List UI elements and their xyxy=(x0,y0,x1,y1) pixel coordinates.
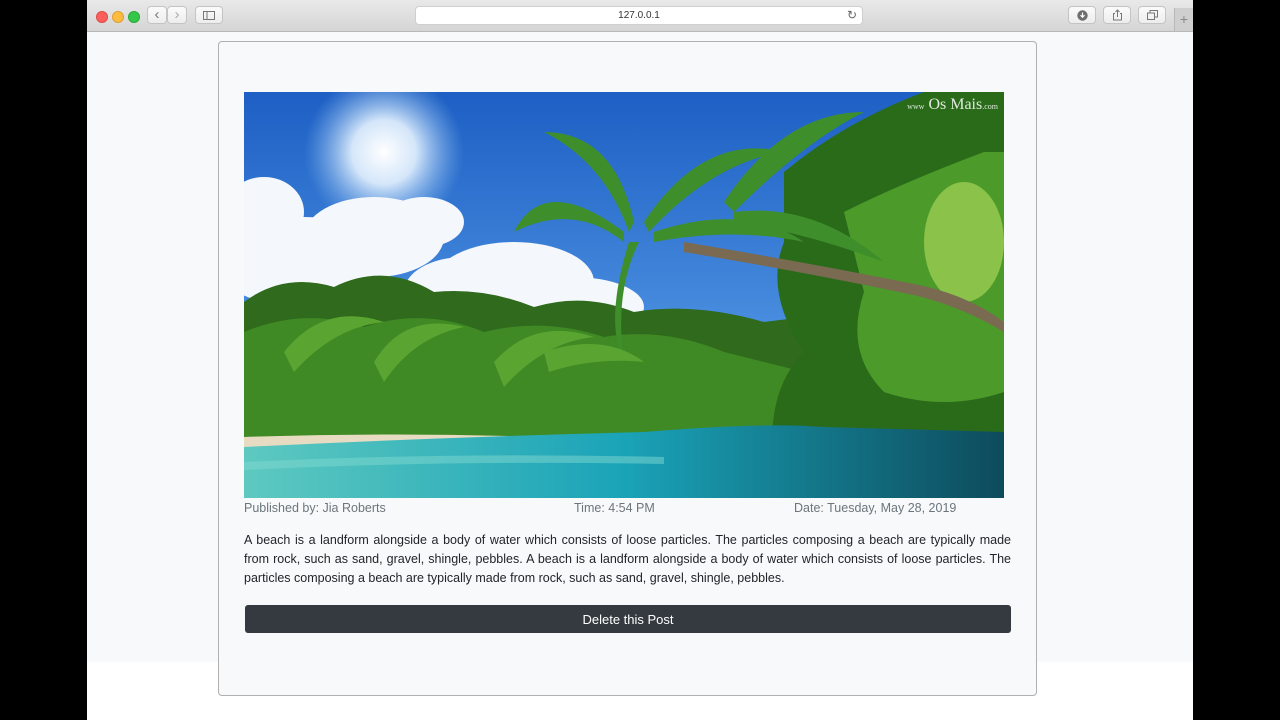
tabs-icon xyxy=(1146,10,1158,20)
published-by: Published by: Jia Roberts xyxy=(244,501,386,515)
tropical-beach-image xyxy=(244,92,1004,498)
forward-button[interactable]: › xyxy=(167,6,187,24)
browser-window: ‹ › 127.0.0.1 ↻ + www Os Mais.com Publis… xyxy=(87,0,1193,720)
page-content: www Os Mais.com Published by: Jia Robert… xyxy=(87,32,1193,720)
url-text: 127.0.0.1 xyxy=(618,10,660,21)
post-card: www Os Mais.com Published by: Jia Robert… xyxy=(218,41,1037,696)
zoom-light-icon[interactable] xyxy=(128,11,140,23)
chevron-left-icon: ‹ xyxy=(154,6,160,23)
delete-post-button[interactable]: Delete this Post xyxy=(245,605,1011,633)
post-date: Date: Tuesday, May 28, 2019 xyxy=(794,501,957,515)
new-tab-button[interactable]: + xyxy=(1174,8,1193,31)
download-button[interactable] xyxy=(1068,6,1096,24)
minimize-light-icon[interactable] xyxy=(112,11,124,23)
share-button[interactable] xyxy=(1103,6,1131,24)
address-bar[interactable]: 127.0.0.1 ↻ xyxy=(415,6,863,25)
post-image: www Os Mais.com xyxy=(244,92,1004,498)
close-light-icon[interactable] xyxy=(96,11,108,23)
download-icon xyxy=(1076,9,1088,21)
watermark-prefix: www xyxy=(907,102,925,111)
sidebar-button[interactable] xyxy=(195,6,223,24)
chevron-right-icon: › xyxy=(174,6,180,23)
image-watermark: www Os Mais.com xyxy=(907,96,998,114)
watermark-text: Os Mais xyxy=(928,96,983,113)
share-icon xyxy=(1112,9,1122,21)
back-button[interactable]: ‹ xyxy=(147,6,167,24)
sidebar-icon xyxy=(203,10,215,20)
tabs-button[interactable] xyxy=(1138,6,1166,24)
browser-toolbar: ‹ › 127.0.0.1 ↻ + xyxy=(87,0,1193,32)
post-body: A beach is a landform alongside a body o… xyxy=(244,533,1011,585)
post-time: Time: 4:54 PM xyxy=(574,501,655,515)
reload-icon[interactable]: ↻ xyxy=(847,7,857,24)
plus-icon: + xyxy=(1179,11,1189,27)
watermark-suffix: .com xyxy=(982,102,998,111)
